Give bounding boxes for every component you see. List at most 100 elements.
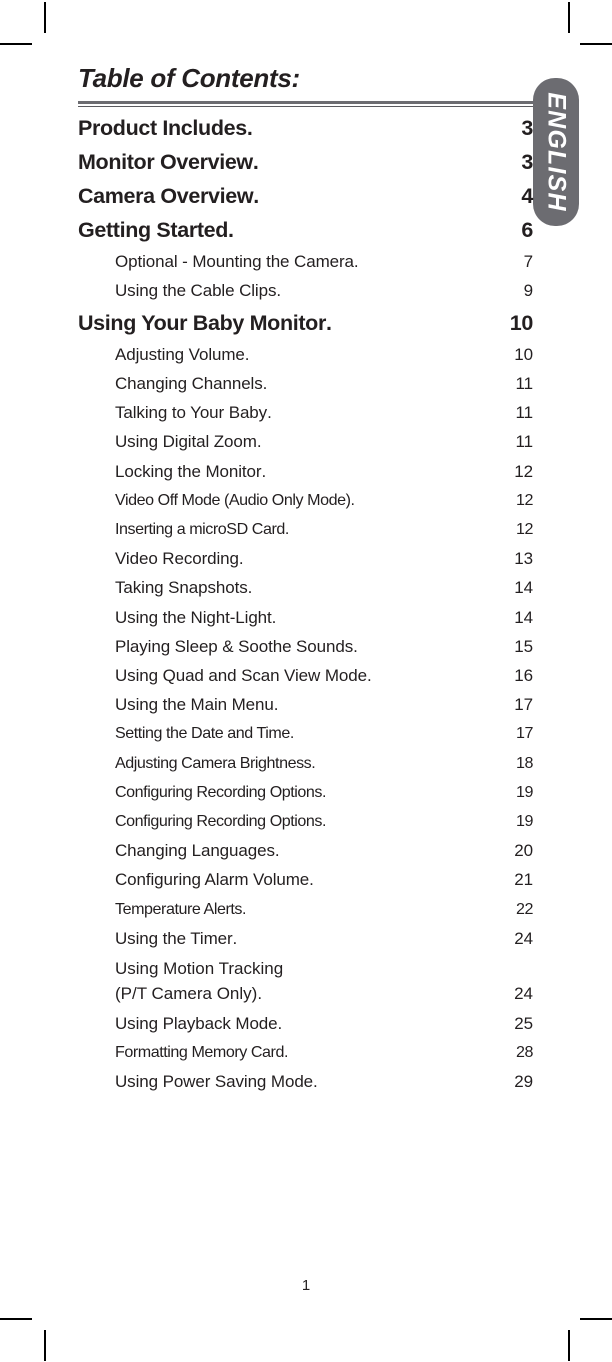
toc-entry[interactable]: Playing Sleep & Soothe Sounds. 15 [78, 632, 533, 661]
toc-entry-leader-dots: . [309, 870, 315, 890]
toc-entry[interactable]: Taking Snapshots. 14 [78, 573, 533, 602]
toc-entry[interactable]: Formatting Memory Card. 28 [78, 1038, 533, 1067]
toc-entry[interactable]: Video Off Mode (Audio Only Mode). 12 [78, 486, 533, 515]
table-of-contents-page: Table of Contents: Product Includes. 3 Mon… [78, 63, 533, 1097]
toc-entry-label: Setting the Date and Time [115, 724, 290, 743]
toc-entry[interactable]: Adjusting Camera Brightness. 18 [78, 749, 533, 778]
toc-entry-page-number: 3 [521, 150, 533, 175]
toc-entry-label: Formatting Memory Card [115, 1043, 284, 1062]
toc-entry-page-number: 22 [515, 899, 533, 918]
toc-entry-leader-dots: . [350, 490, 356, 509]
toc-entry[interactable]: Temperature Alerts. 22 [78, 895, 533, 924]
toc-entry-page-number: 14 [514, 607, 533, 627]
toc-entry-leader-dots: . [238, 549, 245, 569]
toc-entry-page-number: 10 [514, 344, 533, 364]
toc-entry-page-number: 25 [514, 1013, 533, 1033]
toc-entry-page-number: 12 [514, 461, 533, 481]
toc-entry[interactable]: Product Includes. 3 [78, 111, 533, 145]
toc-entry-leader-dots: . [276, 281, 282, 301]
toc-entry-page-number: 11 [515, 432, 534, 452]
toc-entry-label: Changing Languages [115, 841, 275, 861]
toc-entry-leader-dots: . [277, 1013, 283, 1033]
toc-entry[interactable]: Changing Channels. 11 [78, 369, 533, 398]
toc-entry[interactable]: Using Power Saving Mode. 29 [78, 1067, 533, 1096]
toc-entry[interactable]: Monitor Overview. 3 [78, 145, 533, 179]
toc-entry[interactable]: Configuring Alarm Volume. 21 [78, 865, 533, 894]
language-tab-label: ENGLISH [542, 92, 571, 212]
crop-mark-bottom-right-vertical [568, 1330, 570, 1361]
title-divider-rule [78, 100, 533, 108]
toc-entry-label: Configuring Recording Options [115, 782, 323, 801]
toc-entry-label: Temperature Alerts [115, 899, 242, 918]
crop-mark-top-right-vertical [568, 2, 570, 33]
toc-entry-label: Video Recording [115, 549, 239, 569]
toc-entry-leader-dots: . [267, 403, 273, 423]
page-folio-number: 1 [301, 1277, 311, 1294]
toc-entry-page-number: 18 [515, 753, 533, 772]
toc-entry-leader-dots: . [353, 636, 359, 656]
toc-entry-page-number: 19 [515, 782, 533, 801]
toc-entry[interactable]: Optional - Mounting the Camera. 7 [78, 247, 533, 276]
toc-entry[interactable]: Configuring Recording Options. 19 [78, 807, 533, 836]
toc-entry-label: Playing Sleep & Soothe Sounds [115, 636, 354, 656]
toc-entry-label: Using Your Baby Monitor [78, 310, 326, 335]
toc-entry[interactable]: Inserting a microSD Card. 12 [78, 515, 533, 544]
toc-entry-page-number: 13 [514, 549, 533, 569]
toc-entry-label: Using the Timer [115, 928, 233, 948]
toc-entry[interactable]: Camera Overview. 4 [78, 179, 533, 213]
toc-entry[interactable]: Using Playback Mode. 25 [78, 1009, 533, 1038]
toc-entry-page-number: 24 [514, 983, 533, 1003]
toc-entry[interactable]: Configuring Recording Options. 19 [78, 778, 533, 807]
toc-entry-leader-dots: . [257, 983, 263, 1003]
language-tab-english: ENGLISH [533, 78, 579, 226]
crop-mark-top-left-horizontal [0, 43, 32, 45]
toc-entry-leader-dots: . [283, 1043, 290, 1062]
toc-entry[interactable]: Using the Timer. 24 [78, 924, 533, 953]
toc-entry[interactable]: Setting the Date and Time. 17 [78, 719, 533, 748]
toc-entry-leader-dots: . [273, 695, 280, 715]
toc-entry-label: Using Digital Zoom [115, 432, 257, 452]
toc-entry[interactable]: Using the Main Menu. 17 [78, 690, 533, 719]
toc-entry[interactable]: Using the Cable Clips. 9 [78, 276, 533, 305]
toc-entry[interactable]: Adjusting Volume. 10 [78, 340, 533, 369]
toc-entry-page-number: 17 [515, 724, 533, 743]
toc-entry-page-number: 6 [521, 218, 533, 243]
divider-rule-thin [78, 105, 533, 108]
toc-entry-label: Using the Main Menu [115, 695, 274, 715]
toc-entry-page-number: 19 [515, 811, 533, 830]
toc-entry[interactable]: Talking to Your Baby. 11 [78, 398, 533, 427]
toc-entry-leader-dots: . [271, 607, 277, 627]
crop-mark-bottom-left-vertical [44, 1330, 46, 1361]
toc-entry-label: Camera Overview [78, 184, 254, 209]
toc-entry-label: Locking the Monitor [115, 461, 262, 481]
toc-entry[interactable]: Using Digital Zoom. 11 [78, 427, 533, 456]
toc-entry-label: Configuring Alarm Volume [115, 870, 310, 890]
toc-entry-label: Talking to Your Baby [115, 403, 268, 423]
toc-entry-label: Monitor Overview [78, 150, 253, 175]
toc-entry-page-number: 10 [509, 310, 534, 335]
toc-entry-page-number: 17 [514, 695, 533, 715]
toc-entry[interactable]: Using Your Baby Monitor. 10 [78, 306, 533, 340]
toc-entry-leader-dots: . [284, 519, 290, 538]
toc-entry[interactable]: Getting Started. 6 [78, 213, 533, 247]
toc-entry-label: Video Off Mode (Audio Only Mode) [115, 490, 351, 509]
toc-entry-page-number: 16 [514, 665, 533, 685]
toc-entry[interactable]: Video Recording. 13 [78, 544, 533, 573]
toc-entry[interactable]: Using the Night-Light. 14 [78, 603, 533, 632]
toc-entry-leader-dots: . [246, 116, 254, 141]
toc-entry-page-number: 3 [521, 116, 533, 141]
toc-entry-page-number: 15 [514, 636, 533, 656]
toc-entry-page-number: 21 [514, 870, 533, 890]
toc-entry-leader-dots: . [289, 724, 295, 743]
toc-entry-label: Using the Night-Light [115, 607, 272, 627]
toc-entry-label: Configuring Recording Options [115, 811, 323, 830]
toc-entry[interactable]: Using Motion Tracking (P/T Camera Only). 2… [78, 953, 533, 1009]
toc-entry[interactable]: Changing Languages. 20 [78, 836, 533, 865]
crop-mark-top-right-horizontal [580, 43, 612, 45]
toc-entry-leader-dots: . [241, 899, 248, 918]
toc-entry[interactable]: Locking the Monitor. 12 [78, 457, 533, 486]
toc-entry-leader-dots: . [262, 373, 268, 393]
toc-entry[interactable]: Using Quad and Scan View Mode. 16 [78, 661, 533, 690]
toc-entry-leader-dots: . [247, 578, 253, 598]
toc-entry-label: Optional - Mounting the Camera [115, 252, 354, 272]
